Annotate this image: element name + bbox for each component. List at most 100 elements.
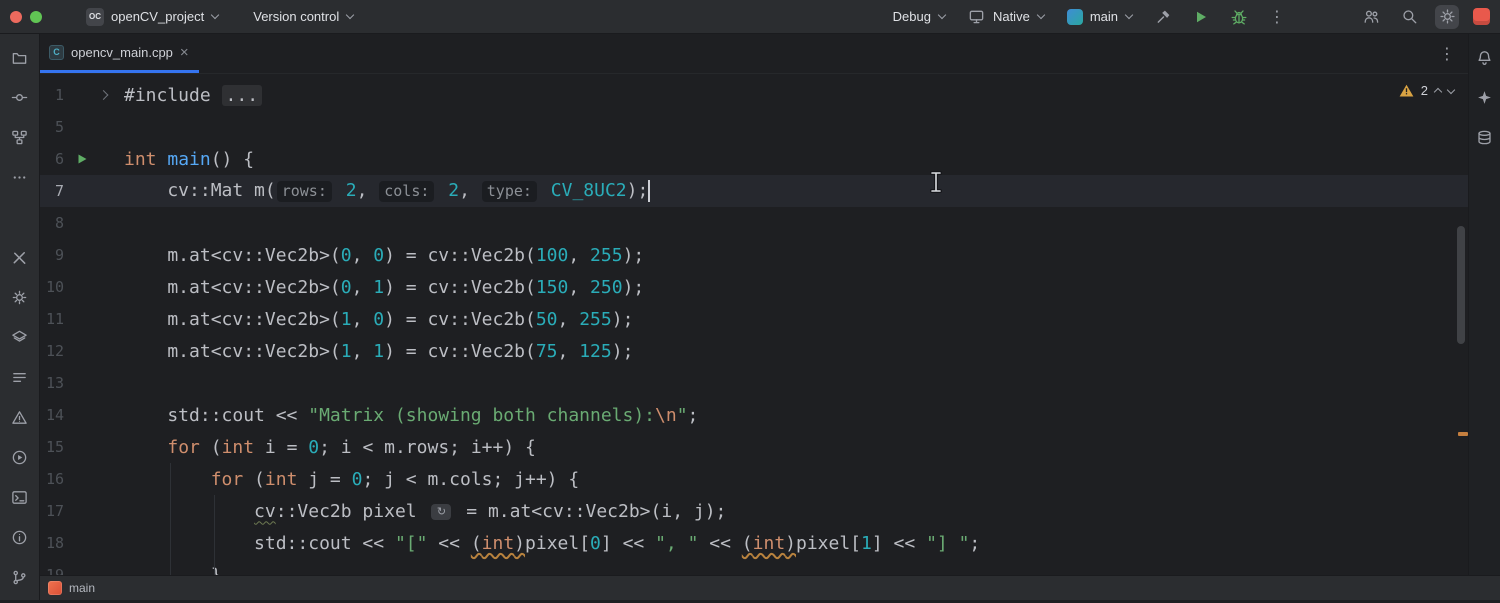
line-number[interactable]: 8 xyxy=(40,214,64,232)
code-token: 0 xyxy=(373,309,384,330)
line-number[interactable]: 16 xyxy=(40,470,64,488)
bell-tool-button[interactable] xyxy=(1471,43,1499,71)
close-tab-icon[interactable] xyxy=(180,45,189,60)
run-line-icon[interactable] xyxy=(76,153,88,165)
more-actions-button[interactable]: ⋮ xyxy=(1265,5,1289,29)
code-token: , xyxy=(558,309,580,330)
cpp-file-icon: C xyxy=(49,45,64,60)
info-tool-button[interactable] xyxy=(6,523,34,551)
code-line[interactable]: 14 std::cout << "Matrix (showing both ch… xyxy=(40,399,1468,431)
commit-tool-button[interactable] xyxy=(6,83,34,111)
code-line[interactable]: 11 m.at<cv::Vec2b>(1, 0) = cv::Vec2b(50,… xyxy=(40,303,1468,335)
line-number[interactable]: 11 xyxy=(40,310,64,328)
problems-tool-button[interactable] xyxy=(6,403,34,431)
line-number[interactable]: 5 xyxy=(40,118,64,136)
gutter-icons xyxy=(64,495,124,527)
line-number[interactable]: 17 xyxy=(40,502,64,520)
code-line[interactable]: 10 m.at<cv::Vec2b>(0, 1) = cv::Vec2b(150… xyxy=(40,271,1468,303)
build-tool-button[interactable] xyxy=(6,243,34,271)
code-line[interactable]: 15 for (int i = 0; i < m.rows; i++) { xyxy=(40,431,1468,463)
project-tool-button[interactable] xyxy=(6,43,34,71)
line-number[interactable]: 14 xyxy=(40,406,64,424)
todo-tool-button[interactable] xyxy=(6,363,34,391)
code-token xyxy=(335,180,346,201)
search-everywhere-button[interactable] xyxy=(1397,5,1421,29)
code-line[interactable]: 18 std::cout << "[" << (int)pixel[0] << … xyxy=(40,527,1468,559)
code-token: ); xyxy=(623,277,645,298)
code-line[interactable]: 5 xyxy=(40,111,1468,143)
close-window-button[interactable] xyxy=(10,11,22,23)
prev-problem-icon[interactable] xyxy=(1434,88,1442,96)
code-token: ", " xyxy=(655,533,698,554)
inspections-widget[interactable]: 2 xyxy=(1399,83,1454,98)
run-button[interactable] xyxy=(1189,5,1213,29)
code-line[interactable]: 16 for (int j = 0; j < m.cols; j++) { xyxy=(40,463,1468,495)
code-token: 1 xyxy=(341,341,352,362)
code-token: , xyxy=(568,245,590,266)
code-line[interactable]: 19 } xyxy=(40,559,1468,575)
toolchain-dropdown[interactable]: Native xyxy=(964,4,1049,30)
code-token: , xyxy=(357,180,379,201)
run-tool-window-label[interactable]: main xyxy=(69,581,95,595)
code-editor[interactable]: 1#include ...56int main() {7 cv::Mat m(r… xyxy=(40,74,1468,575)
cmake-tool-button[interactable] xyxy=(6,283,34,311)
code-line[interactable]: 17 cv::Vec2b pixel ↻ = m.at<cv::Vec2b>(i… xyxy=(40,495,1468,527)
vcs-widget[interactable]: Version control xyxy=(245,5,362,28)
code-line[interactable]: 1#include ... xyxy=(40,79,1468,111)
line-number[interactable]: 19 xyxy=(40,566,64,575)
gutter-icons xyxy=(64,399,124,431)
line-number[interactable]: 7 xyxy=(40,182,64,200)
zoom-window-button[interactable] xyxy=(30,11,42,23)
settings-button[interactable] xyxy=(1435,5,1459,29)
code-with-me-button[interactable] xyxy=(1359,5,1383,29)
code-token: cv::Mat m( xyxy=(124,180,276,201)
run-config-label: main xyxy=(1090,9,1118,24)
code-token: for xyxy=(167,437,200,458)
vertical-scrollbar[interactable] xyxy=(1457,226,1465,344)
code-line[interactable]: 13 xyxy=(40,367,1468,399)
line-number[interactable]: 1 xyxy=(40,86,64,104)
build-button[interactable] xyxy=(1151,5,1175,29)
code-token: 2 xyxy=(346,180,357,201)
run-config-dropdown[interactable]: main xyxy=(1063,5,1137,29)
debug-button[interactable] xyxy=(1227,5,1251,29)
line-number[interactable]: 15 xyxy=(40,438,64,456)
next-problem-icon[interactable] xyxy=(1447,85,1455,93)
code-text: m.at<cv::Vec2b>(1, 0) = cv::Vec2b(50, 25… xyxy=(124,309,1468,330)
code-token: , xyxy=(459,180,481,201)
layers-tool-button[interactable] xyxy=(6,323,34,351)
tab-opencv-main[interactable]: C opencv_main.cpp xyxy=(40,34,199,73)
ai-tool-button[interactable] xyxy=(1471,83,1499,111)
structure-tool-button[interactable] xyxy=(6,123,34,151)
debug-mode-dropdown[interactable]: Debug xyxy=(889,5,950,28)
database-tool-button[interactable] xyxy=(1471,123,1499,151)
code-line[interactable]: 7 cv::Mat m(rows: 2, cols: 2, type: CV_8… xyxy=(40,175,1468,207)
line-number[interactable]: 18 xyxy=(40,534,64,552)
code-line[interactable]: 12 m.at<cv::Vec2b>(1, 1) = cv::Vec2b(75,… xyxy=(40,335,1468,367)
run-tool-window-icon[interactable] xyxy=(48,581,62,595)
git-tool-button[interactable] xyxy=(6,563,34,591)
code-line[interactable]: 9 m.at<cv::Vec2b>(0, 0) = cv::Vec2b(100,… xyxy=(40,239,1468,271)
profile-status-badge[interactable] xyxy=(1473,8,1490,25)
code-line[interactable]: 6int main() { xyxy=(40,143,1468,175)
project-icon: OC xyxy=(86,8,104,26)
line-number[interactable]: 9 xyxy=(40,246,64,264)
line-number[interactable]: 13 xyxy=(40,374,64,392)
code-text: m.at<cv::Vec2b>(0, 1) = cv::Vec2b(150, 2… xyxy=(124,277,1468,298)
code-token: ) = cv::Vec2b( xyxy=(384,245,536,266)
tab-options-kebab-icon[interactable]: ⋮ xyxy=(1439,44,1455,63)
fold-collapsed-icon[interactable] xyxy=(99,90,109,100)
line-number[interactable]: 12 xyxy=(40,342,64,360)
code-token: pixel[ xyxy=(525,533,590,554)
line-number[interactable]: 10 xyxy=(40,278,64,296)
code-token: 0 xyxy=(308,437,319,458)
code-token: "[" xyxy=(395,533,428,554)
chevron-down-icon xyxy=(346,11,354,19)
code-line[interactable]: 8 xyxy=(40,207,1468,239)
project-widget[interactable]: OC openCV_project xyxy=(78,4,227,30)
gutter-icons xyxy=(64,143,124,175)
run-tool-button[interactable] xyxy=(6,443,34,471)
line-number[interactable]: 6 xyxy=(40,150,64,168)
terminal-tool-button[interactable] xyxy=(6,483,34,511)
more-tool-button[interactable] xyxy=(6,163,34,191)
